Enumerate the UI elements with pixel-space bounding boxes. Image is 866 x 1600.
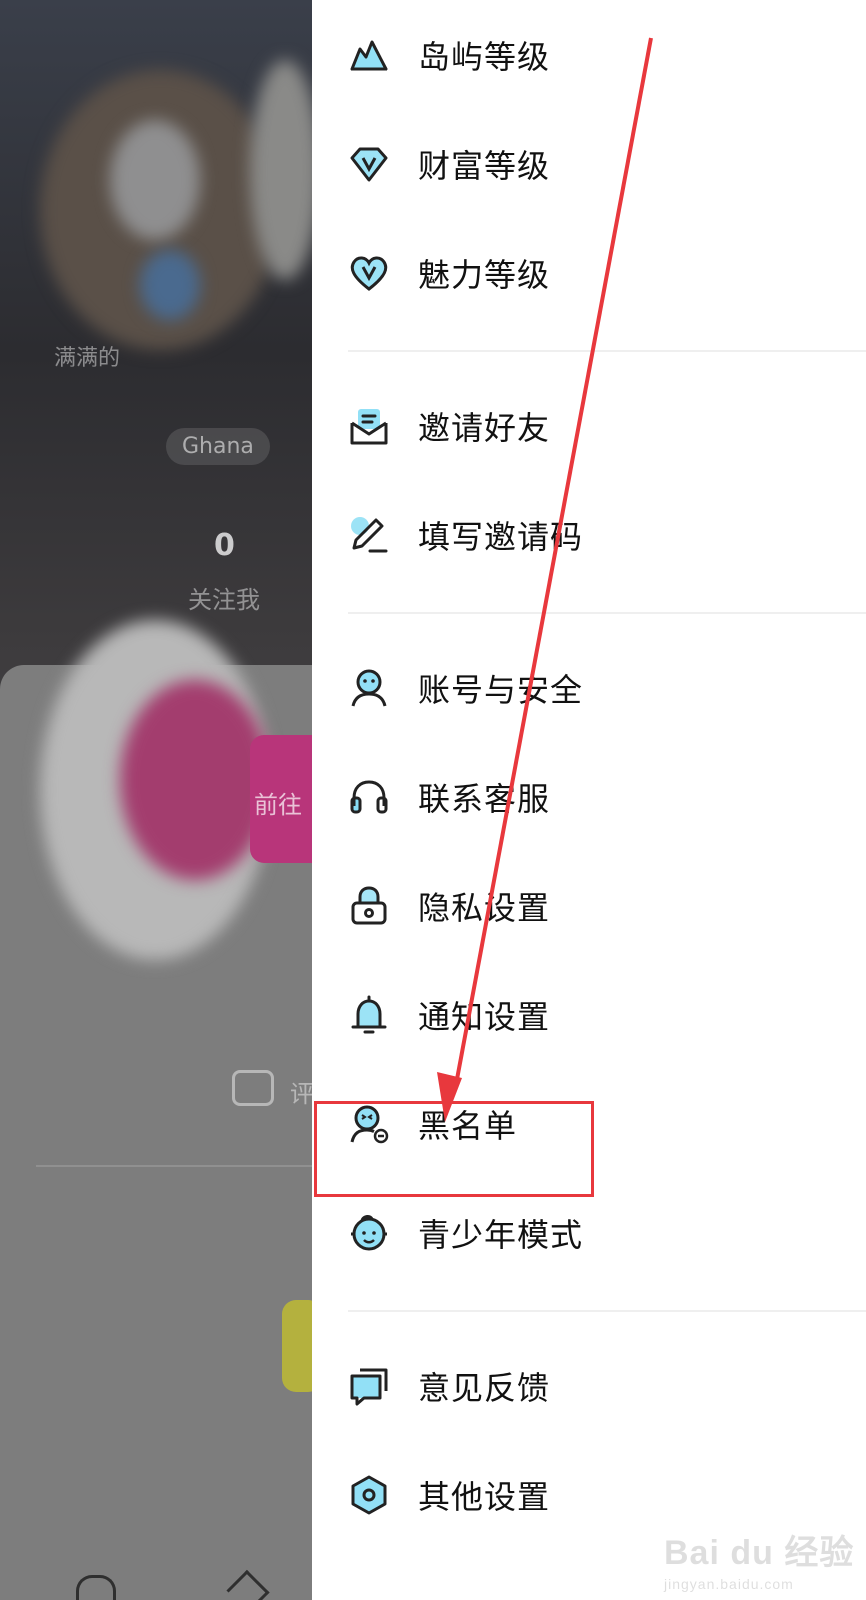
menu-label: 邀请好友: [418, 409, 551, 447]
menu-item-island-level[interactable]: 岛屿等级: [312, 8, 866, 100]
blurred-caption: 满满的: [54, 346, 121, 371]
tab-icon: [76, 1575, 116, 1600]
baidu-jingyan-watermark: Bai du 经验 jingyan.baidu.com: [664, 1525, 854, 1592]
menu-item-notification-settings[interactable]: 通知设置: [312, 968, 866, 1060]
watermark-url: jingyan.baidu.com: [664, 1576, 794, 1592]
island-icon: [348, 34, 390, 76]
menu-label: 账号与安全: [418, 671, 584, 709]
invite-envelope-icon: [348, 405, 390, 447]
menu-item-enter-invite-code[interactable]: 填写邀请码: [312, 488, 866, 580]
menu-label: 岛屿等级: [418, 38, 551, 76]
comment-icon: [232, 1070, 274, 1106]
blurred-shape: [250, 60, 312, 280]
menu-label: 隐私设置: [418, 889, 551, 927]
wealth-diamond-icon: [348, 143, 390, 185]
headset-icon: [348, 776, 390, 818]
charm-heart-icon: [348, 252, 390, 294]
menu-label: 财富等级: [418, 147, 551, 185]
menu-item-charm-level[interactable]: 魅力等级: [312, 226, 866, 318]
menu-label: 意见反馈: [418, 1369, 551, 1407]
blurred-shape: [110, 120, 200, 240]
divider: [36, 1165, 312, 1167]
feedback-chat-icon: [348, 1365, 390, 1407]
menu-label: 青少年模式: [418, 1216, 584, 1254]
menu-item-account-security[interactable]: 账号与安全: [312, 641, 866, 733]
blurred-shape: [140, 250, 200, 320]
hexagon-settings-icon: [348, 1474, 390, 1516]
comment-label: 评: [290, 1080, 312, 1108]
menu-item-youth-mode[interactable]: 青少年模式: [312, 1186, 866, 1278]
menu-label: 联系客服: [418, 780, 551, 818]
settings-drawer: 岛屿等级 财富等级 魅力等级 邀请好友 填写邀请码 账号与安全 联系客服 隐私设…: [312, 0, 866, 1600]
child-face-icon: [348, 1212, 390, 1254]
menu-item-invite-friends[interactable]: 邀请好友: [312, 379, 866, 471]
blurred-shape: [120, 680, 270, 880]
menu-divider: [348, 612, 866, 614]
watermark-brand: Bai du 经验: [664, 1534, 855, 1572]
menu-item-privacy-settings[interactable]: 隐私设置: [312, 859, 866, 951]
menu-divider: [348, 1310, 866, 1312]
menu-item-feedback[interactable]: 意见反馈: [312, 1339, 866, 1431]
lock-icon: [348, 885, 390, 927]
menu-label: 其他设置: [418, 1478, 551, 1516]
account-person-icon: [348, 667, 390, 709]
tag-chip: Ghana: [166, 428, 270, 465]
background-profile-page: 满满的 Ghana 0 关注我 前往 评: [0, 0, 312, 1600]
go-button-label: 前往: [254, 791, 302, 819]
menu-label: 填写邀请码: [418, 518, 584, 556]
menu-label: 魅力等级: [418, 256, 551, 294]
menu-item-contact-support[interactable]: 联系客服: [312, 750, 866, 842]
yellow-button: [282, 1300, 312, 1392]
menu-label: 通知设置: [418, 998, 551, 1036]
follower-count: 0: [214, 528, 235, 563]
highlight-box-blacklist: [314, 1101, 594, 1197]
menu-item-wealth-level[interactable]: 财富等级: [312, 117, 866, 209]
menu-divider: [348, 350, 866, 352]
pencil-icon: [348, 514, 390, 556]
bell-icon: [348, 994, 390, 1036]
follower-label: 关注我: [188, 586, 260, 614]
